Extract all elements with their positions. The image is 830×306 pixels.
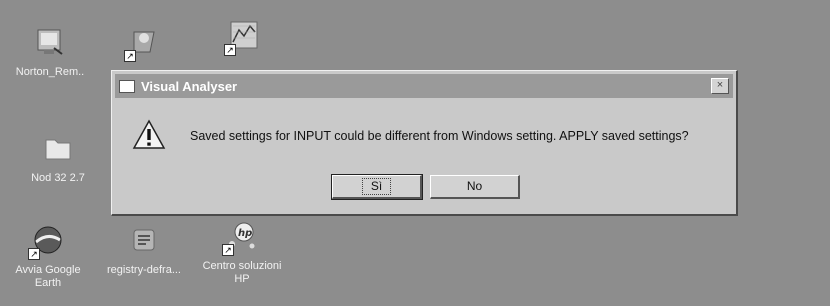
- icon-label: Centro soluzioni HP: [202, 260, 282, 285]
- registry-defrag-icon: [126, 222, 162, 258]
- svg-text:hp: hp: [238, 228, 252, 239]
- desktop-icon-google-earth[interactable]: ↗ Avvia Google Earth: [6, 222, 90, 290]
- desktop-icon-norton[interactable]: Norton_Rem..: [8, 24, 92, 79]
- desktop-icon-chart[interactable]: ↗: [202, 18, 286, 60]
- icon-label: Avvia Google Earth: [15, 264, 81, 289]
- icon-label: Norton_Rem..: [15, 66, 85, 78]
- shortcut-arrow-icon: ↗: [224, 44, 236, 56]
- shortcut-app-icon: ↗: [124, 24, 162, 62]
- shortcut-arrow-icon: ↗: [222, 244, 234, 256]
- icon-label: registry-defra...: [107, 264, 181, 276]
- desktop-icon-shortcut[interactable]: ↗: [102, 24, 186, 66]
- chart-app-icon: ↗: [224, 18, 262, 56]
- desktop: Norton_Rem.. ↗ ↗ Nod 32 2.7 ↗ Avvia Goog…: [0, 0, 830, 306]
- shortcut-arrow-icon: ↗: [124, 50, 136, 62]
- yes-button[interactable]: Sì: [331, 174, 423, 200]
- desktop-icon-nod32[interactable]: Nod 32 2.7: [16, 130, 100, 185]
- icon-label: Nod 32 2.7: [31, 172, 85, 184]
- desktop-icon-hp[interactable]: hp ↗ Centro soluzioni HP: [200, 218, 284, 286]
- no-button-label: No: [466, 179, 483, 193]
- no-button[interactable]: No: [430, 175, 520, 199]
- dialog-message: Saved settings for INPUT could be differ…: [190, 129, 689, 143]
- google-earth-icon: ↗: [28, 222, 66, 260]
- close-button[interactable]: ×: [711, 78, 729, 94]
- desktop-icon-registry-defrag[interactable]: registry-defra...: [102, 222, 186, 277]
- shortcut-arrow-icon: ↗: [28, 248, 40, 260]
- norton-icon: [32, 24, 68, 60]
- message-dialog: Visual Analyser × Saved settings for INP…: [111, 70, 738, 216]
- dialog-title: Visual Analyser: [141, 78, 238, 94]
- window-icon: [119, 79, 135, 93]
- dialog-titlebar[interactable]: Visual Analyser ×: [115, 74, 733, 98]
- warning-icon: [132, 119, 166, 149]
- yes-button-label: Sì: [361, 178, 392, 195]
- hp-solution-center-icon: hp ↗: [222, 218, 260, 256]
- folder-icon: [40, 130, 76, 166]
